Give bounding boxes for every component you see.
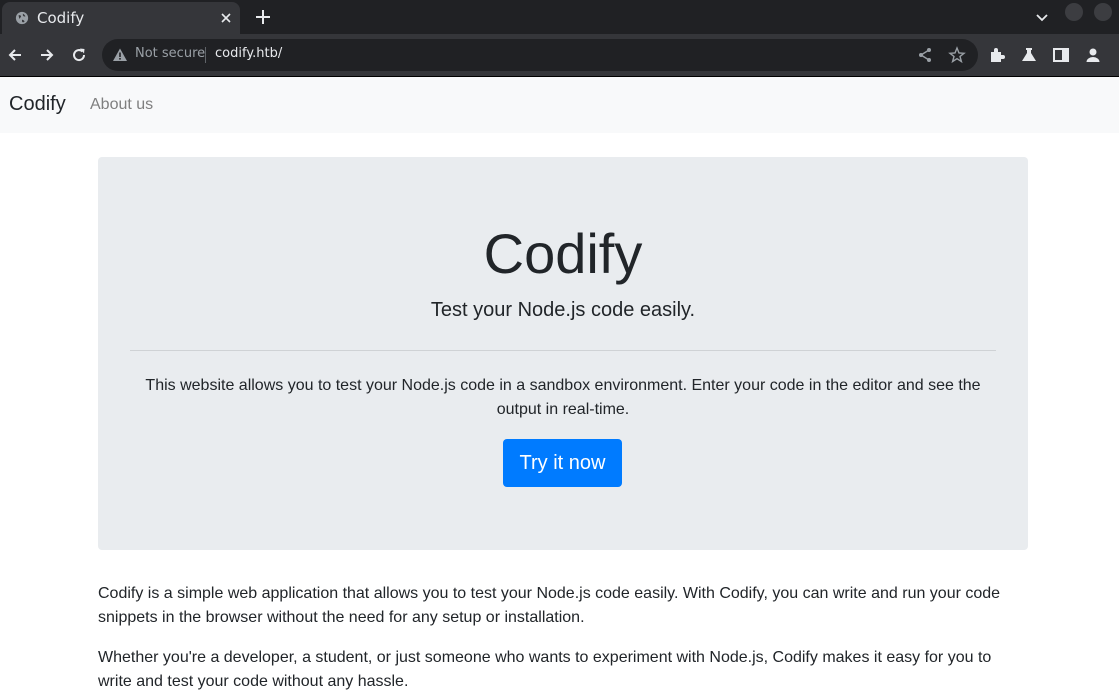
reload-icon[interactable] [70, 46, 88, 64]
chevron-down-icon[interactable] [1034, 9, 1050, 25]
audience-paragraph: Whether you're a developer, a student, o… [98, 649, 992, 690]
hero-lead: Test your Node.js code easily. [430, 299, 696, 321]
window-minimize-button[interactable] [1065, 3, 1083, 21]
back-arrow-icon[interactable] [6, 46, 24, 64]
hero-title: Codify [483, 222, 643, 285]
hero-divider [130, 350, 996, 351]
navbar-brand[interactable]: Codify [9, 93, 66, 116]
bookmark-star-icon[interactable] [948, 46, 966, 64]
warning-icon[interactable] [112, 47, 128, 63]
tab-title: Codify [37, 9, 85, 27]
globe-icon [15, 11, 29, 25]
browser-toolbar: Not secure codify.htb/ [0, 34, 1119, 76]
profile-icon[interactable] [1084, 46, 1102, 64]
extensions-puzzle-icon[interactable] [988, 46, 1006, 64]
forward-arrow-icon[interactable] [38, 46, 56, 64]
intro-paragraph: Codify is a simple web application that … [98, 585, 1001, 626]
window-close-button[interactable] [1094, 3, 1112, 21]
tab-strip: Codify [0, 0, 1119, 34]
security-label[interactable]: Not secure [135, 46, 205, 61]
share-icon[interactable] [916, 46, 934, 64]
hero-description: This website allows you to test your Nod… [145, 377, 981, 418]
labs-flask-icon[interactable] [1020, 46, 1038, 64]
address-bar[interactable]: Not secure codify.htb/ [102, 39, 978, 71]
url-text[interactable]: codify.htb/ [215, 46, 282, 61]
side-panel-icon[interactable] [1052, 46, 1070, 64]
site-navbar: Codify About us [0, 77, 1119, 133]
browser-tab[interactable]: Codify [2, 2, 240, 34]
try-it-now-button[interactable]: Try it now [503, 439, 622, 487]
close-tab-icon[interactable] [218, 10, 234, 26]
new-tab-icon[interactable] [253, 7, 273, 27]
nav-link-about[interactable]: About us [90, 96, 153, 114]
hero-jumbotron: Codify Test your Node.js code easily. Th… [98, 157, 1028, 550]
omnibox-divider [205, 47, 206, 63]
